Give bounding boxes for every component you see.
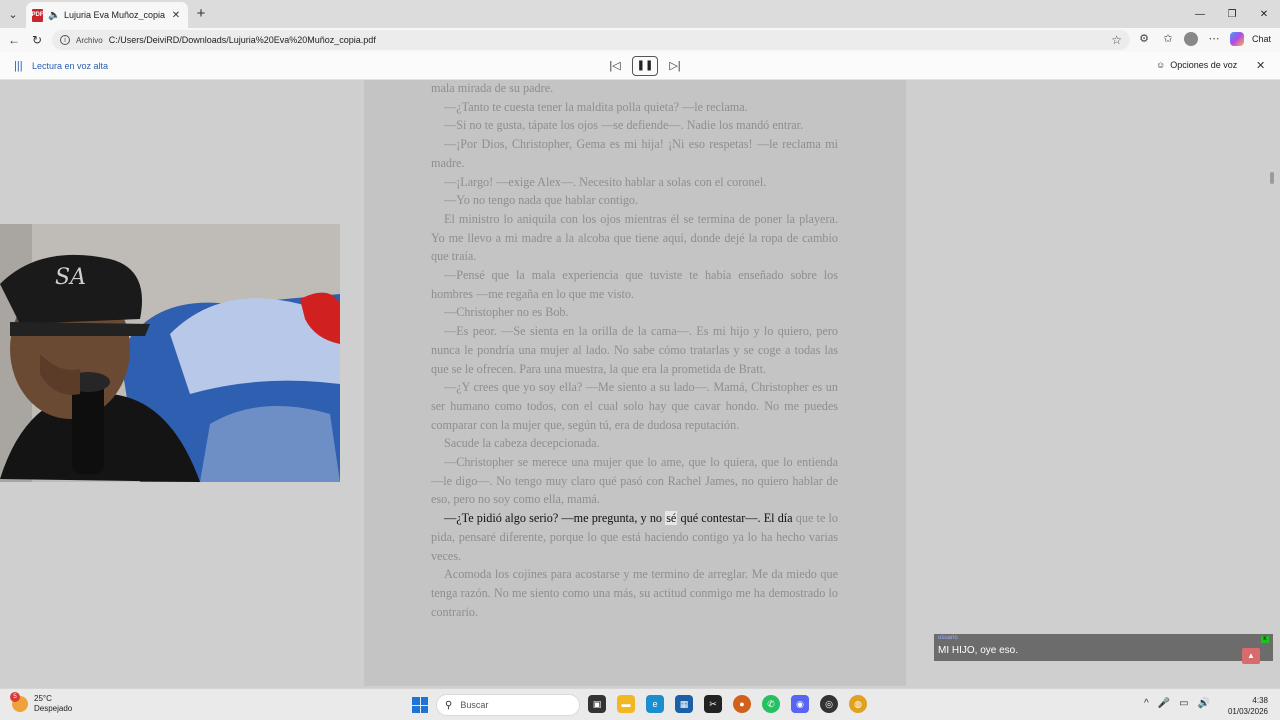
clock[interactable]: 4:38 01/03/2026	[1224, 695, 1268, 717]
paragraph: —¿Y crees que yo soy ella? —Me siento a …	[431, 380, 838, 432]
chat-badge-icon: K	[1261, 636, 1269, 643]
sun-icon: 5	[10, 692, 28, 712]
taskbar-apps: ▣ ▬ e ▦ ✂ ● ✆ ◉ ◎ ◍	[588, 695, 867, 713]
previous-icon[interactable]: |◁	[606, 57, 624, 75]
webcam-image: SA	[0, 224, 340, 482]
time: 4:38	[1252, 696, 1268, 705]
chat-username: usuario	[938, 635, 958, 641]
page-text: mala mirada de su padre. —¿Tanto te cues…	[431, 80, 838, 621]
url-text[interactable]: C:/Users/DeiviRD/Downloads/Lujuria%20Eva…	[109, 35, 1106, 45]
profile-avatar[interactable]	[1184, 32, 1198, 46]
chrome-icon[interactable]: ◍	[849, 695, 867, 713]
webcam-overlay: SA	[0, 224, 340, 482]
voice-icon: ☺	[1156, 60, 1166, 70]
chat-message: MI HIJO, oye eso.	[938, 645, 1019, 656]
stream-chat-overlay: usuario MI HIJO, oye eso. K	[934, 634, 1273, 661]
taskbar-search[interactable]: ⚲ Buscar	[436, 694, 580, 716]
read-aloud-close-icon[interactable]: ✕	[1256, 59, 1265, 72]
copilot-icon[interactable]	[1230, 32, 1244, 46]
capcut-icon[interactable]: ✂	[704, 695, 722, 713]
tab-bar: ⌄ PDF 🔈 Lujuria Eva Muñoz_copia.pdf ✕ + …	[0, 0, 1280, 28]
paragraph: —¿Tanto te cuesta tener la maldita polla…	[444, 99, 748, 114]
scrollbar-thumb[interactable]	[1270, 172, 1274, 184]
task-view-icon[interactable]: ▣	[588, 695, 606, 713]
toolbar-icons: ⚙ ✩ ⋯ Chat	[1136, 31, 1271, 47]
extensions-icon[interactable]: ⚙	[1136, 31, 1152, 47]
notification-badge: 5	[10, 692, 20, 702]
search-placeholder: Buscar	[460, 700, 489, 710]
voice-options-label: Opciones de voz	[1170, 60, 1238, 70]
voice-options-button[interactable]: ☺ Opciones de voz	[1156, 60, 1237, 70]
paragraph: Sacude la cabeza decepcionada.	[444, 436, 600, 451]
info-icon[interactable]: i	[60, 35, 70, 45]
discord-icon[interactable]: ◉	[791, 695, 809, 713]
current-word: sé	[665, 511, 678, 526]
date: 01/03/2026	[1227, 707, 1268, 716]
restore-button[interactable]: ❐	[1216, 0, 1248, 28]
favorites-icon[interactable]: ✩	[1160, 31, 1176, 47]
reload-button[interactable]: ↻	[29, 32, 45, 48]
paragraph: —Christopher no es Bob.	[444, 305, 569, 320]
back-button[interactable]: ←	[6, 32, 22, 48]
close-window-button[interactable]: ✕	[1248, 0, 1280, 28]
app-icon[interactable]: ●	[733, 695, 751, 713]
paragraph: Acomoda los cojines para acostarse y me …	[431, 567, 838, 619]
chat-label[interactable]: Chat	[1252, 34, 1271, 44]
svg-text:SA: SA	[55, 265, 86, 290]
pause-button[interactable]: ❚❚	[632, 56, 658, 76]
paragraph: —Pensé que la mala experiencia que tuvis…	[431, 268, 838, 301]
paragraph: —¡Largo! —exige Alex—. Necesito hablar a…	[444, 174, 767, 189]
new-tab-button[interactable]: +	[192, 5, 210, 23]
tab-active[interactable]: PDF 🔈 Lujuria Eva Muñoz_copia.pdf ✕	[26, 2, 188, 28]
taskbar: 5 25°C Despejado ⚲ Buscar ▣ ▬ e ▦ ✂ ● ✆ …	[0, 688, 1280, 720]
highlighted-sentence-start: —¿Te pidió algo serio? —me pregunta, y n…	[444, 511, 666, 526]
file-explorer-icon[interactable]: ▬	[617, 695, 635, 713]
paragraph: —Yo no tengo nada que hablar contigo.	[444, 193, 639, 208]
next-icon[interactable]: ▷|	[666, 57, 684, 75]
highlighted-sentence-end: qué contestar—. El día	[677, 511, 793, 526]
speaker-icon[interactable]: 🔈	[48, 10, 60, 21]
temperature: 25°C	[34, 694, 52, 703]
paragraph: —Christopher se merece una mujer que lo …	[431, 455, 838, 507]
search-icon: ⚲	[445, 699, 453, 711]
minimize-button[interactable]: —	[1184, 0, 1216, 28]
window-controls: — ❐ ✕	[1184, 0, 1280, 28]
edge-icon[interactable]: e	[646, 695, 664, 713]
read-aloud-title: Lectura en voz alta	[32, 61, 109, 71]
pdf-page: mala mirada de su padre. —¿Tanto te cues…	[364, 80, 906, 686]
paragraph: mala mirada de su padre.	[431, 81, 554, 95]
read-aloud-icon: |||	[14, 60, 23, 72]
paragraph: —¡Por Dios, Christopher, Gema es mi hija…	[431, 137, 838, 170]
tab-title: Lujuria Eva Muñoz_copia.pdf	[64, 10, 165, 20]
network-icon[interactable]: ▭	[1179, 698, 1188, 709]
system-tray: ^ 🎤 ▭ 🔊	[1144, 698, 1210, 709]
omnibox[interactable]: i Archivo C:/Users/DeiviRD/Downloads/Luj…	[52, 30, 1130, 50]
microphone-icon[interactable]: 🎤	[1158, 698, 1170, 709]
paragraph: —Si no te gusta, tápate los ojos —se def…	[444, 118, 804, 133]
chevron-up-icon[interactable]: ^	[1144, 698, 1149, 709]
address-label: Archivo	[76, 35, 103, 45]
weather-widget[interactable]: 5 25°C Despejado	[10, 692, 73, 714]
whatsapp-icon[interactable]: ✆	[762, 695, 780, 713]
read-aloud-controls: |◁ ❚❚ ▷|	[606, 56, 684, 76]
paragraph: —Es peor. —Se sienta en la orilla de la …	[431, 324, 838, 376]
paragraph: El ministro lo aniquila con los ojos mie…	[431, 211, 838, 264]
address-bar: ← ↻ i Archivo C:/Users/DeiviRD/Downloads…	[0, 28, 1280, 52]
read-aloud-bar: ||| Lectura en voz alta |◁ ❚❚ ▷| ☺ Opcio…	[0, 52, 1280, 80]
start-button[interactable]	[412, 697, 428, 713]
tab-close-icon[interactable]: ✕	[170, 10, 182, 21]
tab-list-chevron-icon[interactable]: ⌄	[4, 5, 22, 23]
store-icon[interactable]: ▦	[675, 695, 693, 713]
volume-icon[interactable]: 🔊	[1198, 698, 1210, 709]
pdf-reader-icon: ▲	[1242, 648, 1260, 664]
weather-condition: Despejado	[34, 704, 73, 713]
obs-icon[interactable]: ◎	[820, 695, 838, 713]
favorite-star-icon[interactable]: ☆	[1111, 33, 1122, 47]
more-menu-icon[interactable]: ⋯	[1206, 31, 1222, 47]
highlighted-paragraph: —¿Te pidió algo serio? —me pregunta, y n…	[431, 509, 838, 565]
pdf-icon: PDF	[32, 8, 44, 22]
